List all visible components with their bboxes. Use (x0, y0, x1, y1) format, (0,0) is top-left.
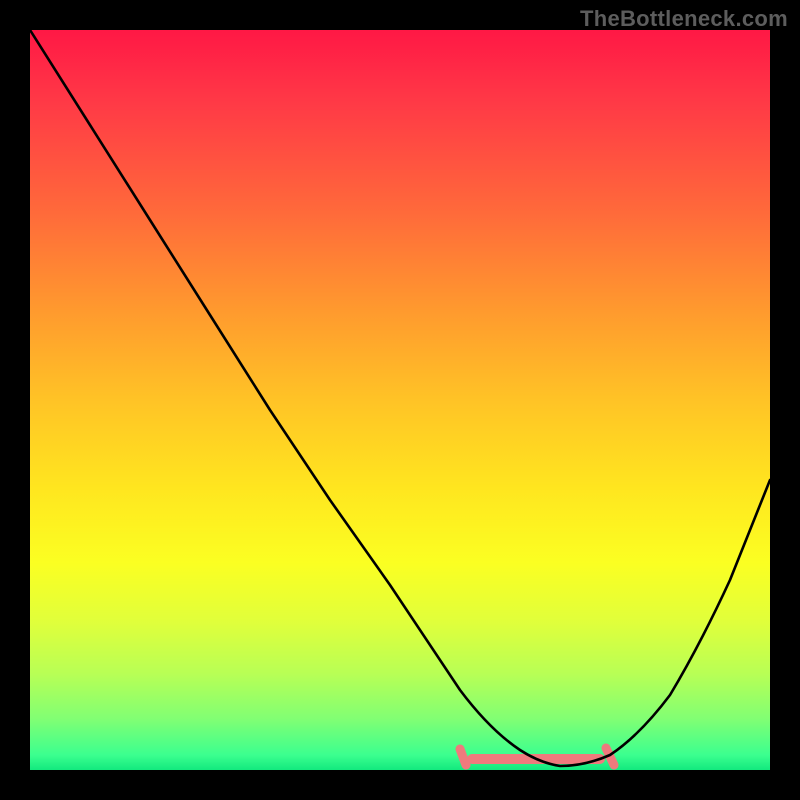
plot-area (30, 30, 770, 770)
chart-frame: TheBottleneck.com (0, 0, 800, 800)
watermark-text: TheBottleneck.com (580, 6, 788, 32)
bottleneck-curve (30, 30, 770, 766)
ci-cap-left (460, 749, 466, 765)
chart-svg (30, 30, 770, 770)
